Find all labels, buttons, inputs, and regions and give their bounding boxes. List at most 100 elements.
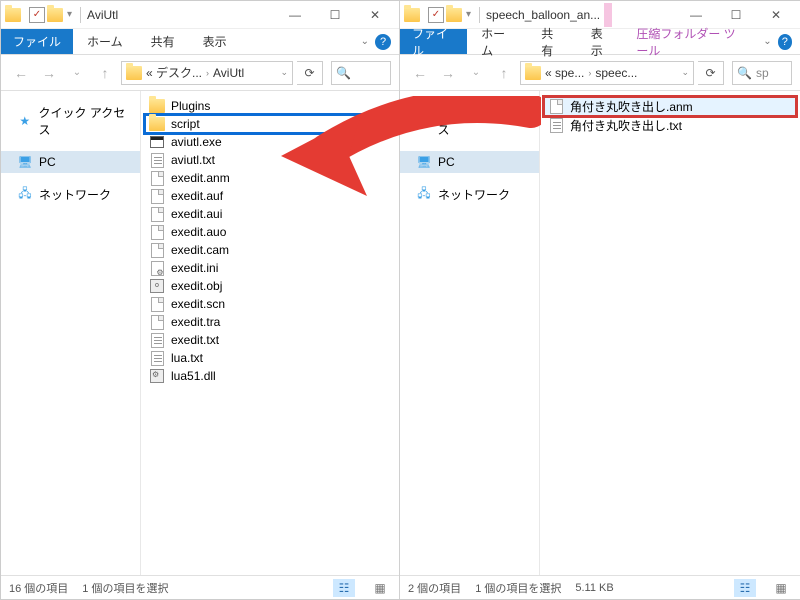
address-bar[interactable]: « spe... › speec... ⌄ [520,61,694,85]
breadcrumb-segment[interactable]: AviUtl [209,66,248,80]
selection-info: 1 個の項目を選択 [475,580,561,596]
file-name: exedit.auf [171,189,223,203]
chevron-down-icon[interactable]: ⌄ [355,36,375,47]
file-item[interactable]: exedit.ini [145,259,395,277]
forward-button[interactable]: → [37,61,61,85]
folder-icon [525,66,541,80]
close-button[interactable]: ✕ [355,2,395,28]
file-item[interactable]: exedit.scn [145,295,395,313]
breadcrumb-segment[interactable]: « デスク... [142,64,206,81]
file-name: exedit.cam [171,243,229,257]
file-name: exedit.aui [171,207,222,221]
refresh-button[interactable]: ⟳ [297,61,323,85]
tab-compressed-tools[interactable]: 圧縮フォルダー ツール [626,21,757,63]
address-bar[interactable]: « デスク... › AviUtl ⌄ [121,61,293,85]
file-item[interactable]: exedit.txt [145,331,395,349]
details-view-button[interactable]: ☷ [333,579,355,597]
tab-share[interactable]: 共有 [527,21,577,63]
status-bar: 2 個の項目 1 個の項目を選択 5.11 KB ☷ ▦ [400,575,800,599]
up-button[interactable]: ↑ [492,61,516,85]
details-view-button[interactable]: ☷ [734,579,756,597]
breadcrumb-segment[interactable]: speec... [591,66,641,80]
file-item[interactable]: exedit.anm [145,169,395,187]
icons-view-button[interactable]: ▦ [770,579,792,597]
search-input[interactable]: 🔍sp [732,61,792,85]
tab-view[interactable]: 表示 [189,29,241,54]
exe-icon [150,136,164,148]
obj-icon: o [150,279,164,293]
minimize-button[interactable]: — [275,2,315,28]
file-list[interactable]: Plugins script aviutl.exe aviutl.txt exedit.… [141,91,399,575]
file-item[interactable]: exedit.aui [145,205,395,223]
item-count: 2 個の項目 [408,580,461,596]
help-icon[interactable]: ? [375,34,391,50]
history-dropdown[interactable]: ⌄ [464,61,488,85]
star-icon: ★ [416,113,431,129]
navigation-pane: ★クイック アクセス 🖥PC 🖧ネットワーク [400,91,540,575]
file-item[interactable]: exedit.cam [145,241,395,259]
file-item[interactable]: script [145,115,395,133]
file-name: script [171,117,200,131]
file-item[interactable]: exedit.tra [145,313,395,331]
file-name: exedit.auo [171,225,226,239]
file-icon [151,243,164,258]
tab-home[interactable]: ホーム [467,21,527,63]
file-item[interactable]: exedit.auf [145,187,395,205]
network-icon: 🖧 [17,187,33,203]
file-name: aviutl.txt [171,153,215,167]
explorer-window-left: ✓ ▾ AviUtl — ☐ ✕ ファイル ホーム 共有 表示 ⌄ ? ← → … [1,1,400,599]
icons-view-button[interactable]: ▦ [369,579,391,597]
file-item[interactable]: 角付き丸吹き出し.anm [544,97,796,116]
file-item[interactable]: aviutl.exe [145,133,395,151]
history-dropdown[interactable]: ⌄ [65,61,89,85]
refresh-button[interactable]: ⟳ [698,61,724,85]
nav-network[interactable]: 🖧ネットワーク [400,183,539,206]
file-name: exedit.obj [171,279,222,293]
file-list[interactable]: 角付き丸吹き出し.anm角付き丸吹き出し.txt [540,91,800,575]
up-button[interactable]: ↑ [93,61,117,85]
file-item[interactable]: o exedit.obj [145,277,395,295]
nav-pc[interactable]: 🖥PC [1,151,140,173]
file-item[interactable]: lua51.dll [145,367,395,385]
chevron-down-icon[interactable]: ⌄ [681,67,689,78]
file-item[interactable]: aviutl.txt [145,151,395,169]
tab-file[interactable]: ファイル [400,29,467,54]
file-item[interactable]: lua.txt [145,349,395,367]
search-icon: 🔍 [336,66,351,80]
check-icon: ✓ [428,7,444,23]
chevron-down-icon[interactable]: ⌄ [280,67,288,78]
nav-pc[interactable]: 🖥PC [400,151,539,173]
txt-icon [151,153,164,168]
file-item[interactable]: Plugins [145,97,395,115]
back-button[interactable]: ← [9,61,33,85]
chevron-down-icon[interactable]: ⌄ [757,36,777,47]
file-name: lua51.dll [171,369,216,383]
file-item[interactable]: 角付き丸吹き出し.txt [544,116,796,135]
selection-info: 1 個の項目を選択 [82,580,168,596]
nav-quick-access[interactable]: ★クイック アクセス [400,101,539,141]
file-icon [151,189,164,204]
file-item[interactable]: exedit.auo [145,223,395,241]
check-icon: ✓ [29,7,45,23]
back-button[interactable]: ← [408,61,432,85]
forward-button[interactable]: → [436,61,460,85]
tab-file[interactable]: ファイル [1,29,73,54]
folder-icon [446,8,462,22]
title-bar[interactable]: ✓ ▾ AviUtl — ☐ ✕ [1,1,399,29]
file-name: 角付き丸吹き出し.txt [570,117,682,134]
nav-quick-access[interactable]: ★クイック アクセス [1,101,140,141]
breadcrumb-segment[interactable]: « spe... [541,66,588,80]
maximize-button[interactable]: ☐ [315,2,355,28]
close-button[interactable]: ✕ [756,2,796,28]
window-title: AviUtl [87,8,118,22]
folder-icon [149,117,165,131]
tab-share[interactable]: 共有 [137,29,189,54]
address-bar-row: ← → ⌄ ↑ « デスク... › AviUtl ⌄ ⟳ 🔍 [1,55,399,91]
nav-network[interactable]: 🖧ネットワーク [1,183,140,206]
file-name: aviutl.exe [171,135,222,149]
address-bar-row: ← → ⌄ ↑ « spe... › speec... ⌄ ⟳ 🔍sp [400,55,800,91]
help-icon[interactable]: ? [778,34,792,50]
search-input[interactable]: 🔍 [331,61,391,85]
tab-home[interactable]: ホーム [73,29,137,54]
tab-view[interactable]: 表示 [577,21,627,63]
